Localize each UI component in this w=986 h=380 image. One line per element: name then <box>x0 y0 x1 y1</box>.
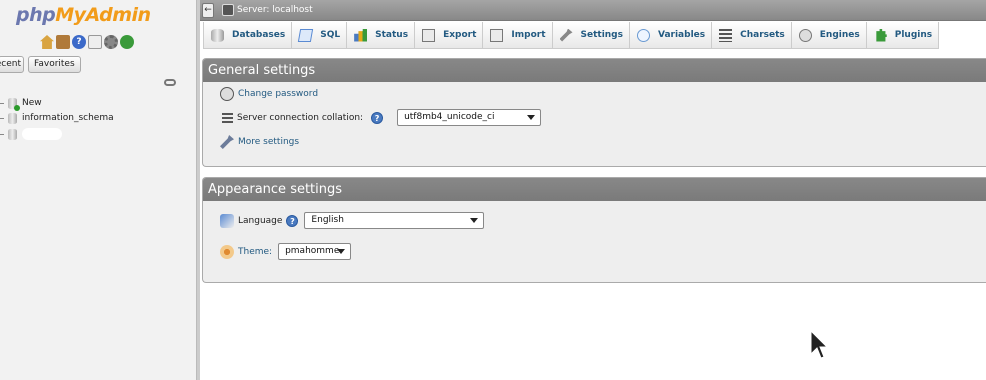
navigation-panel: phpMyAdmin ? Recent Favorites New inform… <box>0 0 196 380</box>
general-settings-panel: General settings Change password Server … <box>202 58 986 167</box>
favorites-button[interactable]: Favorites <box>28 56 81 73</box>
tab-label: Import <box>511 30 546 40</box>
logo-myadmin-text: MyAdmin <box>55 4 151 26</box>
logo-php-text: php <box>16 4 56 26</box>
tab-label: SQL <box>320 30 341 40</box>
key-icon <box>220 87 234 101</box>
language-icon <box>220 213 234 228</box>
tab-engines[interactable]: Engines <box>791 22 867 49</box>
export-icon <box>422 28 436 42</box>
language-label: Language <box>238 215 283 226</box>
mouse-cursor-icon <box>810 330 828 359</box>
main-menu-tabs: Databases SQL Status Export Import Setti… <box>203 22 940 49</box>
appearance-settings-panel: Appearance settings Language ? English T… <box>202 177 986 283</box>
database-icon <box>8 128 17 140</box>
charsets-icon <box>719 28 733 42</box>
database-icon <box>211 28 224 42</box>
collation-selected-value: utf8mb4_unicode_ci <box>404 112 495 122</box>
database-icon <box>8 112 17 124</box>
tab-plugins[interactable]: Plugins <box>866 22 940 49</box>
import-icon <box>490 28 504 42</box>
tab-label: Variables <box>657 30 706 40</box>
help-icon[interactable]: ? <box>286 214 299 227</box>
reload-icon[interactable] <box>120 35 134 49</box>
engines-icon <box>798 28 812 42</box>
tree-item-label: information_schema <box>22 113 114 123</box>
help-icon[interactable]: ? <box>72 35 86 49</box>
tree-item-redacted[interactable] <box>0 127 62 141</box>
language-selected-value: English <box>311 215 344 225</box>
wrench-icon <box>220 135 234 149</box>
more-settings-link[interactable]: More settings <box>238 137 299 147</box>
link-with-main-panel-icon[interactable] <box>164 79 176 86</box>
language-select[interactable]: English <box>304 212 485 229</box>
tab-label: Export <box>443 30 477 40</box>
theme-row: Theme: pmahomme <box>220 243 352 260</box>
tab-sql[interactable]: SQL <box>292 22 348 49</box>
tab-label: Status <box>375 30 409 40</box>
change-password-link[interactable]: Change password <box>238 89 318 99</box>
tree-connector <box>0 102 4 104</box>
theme-selected-value: pmahomme <box>285 246 340 256</box>
tab-label: Settings <box>580 30 623 40</box>
tree-item-new[interactable]: New <box>0 96 42 111</box>
sql-icon <box>298 28 314 42</box>
chevron-down-icon <box>337 249 346 254</box>
plugin-icon <box>876 28 887 42</box>
tree-item-information-schema[interactable]: information_schema <box>0 111 114 125</box>
tab-label: Charsets <box>740 30 785 40</box>
exit-icon[interactable] <box>56 35 70 49</box>
appearance-settings-title: Appearance settings <box>203 178 986 201</box>
server-icon <box>222 4 234 16</box>
recent-button[interactable]: Recent <box>0 56 24 73</box>
panel-resize-handle[interactable] <box>196 0 200 380</box>
chevron-down-icon <box>527 115 536 120</box>
docs-icon[interactable] <box>88 35 102 49</box>
tab-variables[interactable]: Variables <box>629 22 713 49</box>
tree-item-label: New <box>22 98 42 108</box>
tab-status[interactable]: Status <box>347 22 416 49</box>
more-settings-row: More settings <box>220 135 299 149</box>
chevron-down-icon <box>470 218 479 223</box>
tree-connector <box>0 117 4 119</box>
theme-palette-icon <box>220 244 234 259</box>
tree-connector <box>0 133 4 135</box>
server-breadcrumb[interactable]: Server: localhost <box>237 4 313 16</box>
theme-select[interactable]: pmahomme <box>278 243 352 260</box>
tab-import[interactable]: Import <box>483 22 553 49</box>
change-password-row: Change password <box>220 87 318 101</box>
server-breadcrumb-bar: ← Server: localhost <box>200 0 986 21</box>
phpmyadmin-logo[interactable]: phpMyAdmin <box>16 4 151 26</box>
tab-label: Databases <box>232 30 286 40</box>
collation-label: Server connection collation: <box>237 112 364 123</box>
settings-gear-icon[interactable] <box>104 35 118 49</box>
general-settings-title: General settings <box>203 59 986 82</box>
home-icon[interactable] <box>40 35 54 49</box>
language-row: Language ? English <box>220 212 485 229</box>
navigation-icon-bar: ? <box>40 35 134 49</box>
tab-export[interactable]: Export <box>415 22 484 49</box>
tab-charsets[interactable]: Charsets <box>712 22 792 49</box>
variables-icon <box>636 28 650 42</box>
status-icon <box>354 28 368 42</box>
new-database-icon <box>8 97 20 111</box>
collation-row: Server connection collation: ? utf8mb4_u… <box>220 109 542 126</box>
tab-label: Engines <box>819 30 860 40</box>
collapse-navigation-button[interactable]: ← <box>202 3 214 18</box>
list-icon <box>222 112 233 123</box>
theme-link[interactable]: Theme: <box>238 247 272 257</box>
collation-select[interactable]: utf8mb4_unicode_ci <box>397 109 542 126</box>
redacted-database-label <box>22 128 62 140</box>
tab-databases[interactable]: Databases <box>203 22 293 49</box>
wrench-icon <box>559 28 573 42</box>
tab-settings[interactable]: Settings <box>552 22 630 49</box>
tab-label: Plugins <box>894 30 933 40</box>
help-icon[interactable]: ? <box>371 111 384 124</box>
